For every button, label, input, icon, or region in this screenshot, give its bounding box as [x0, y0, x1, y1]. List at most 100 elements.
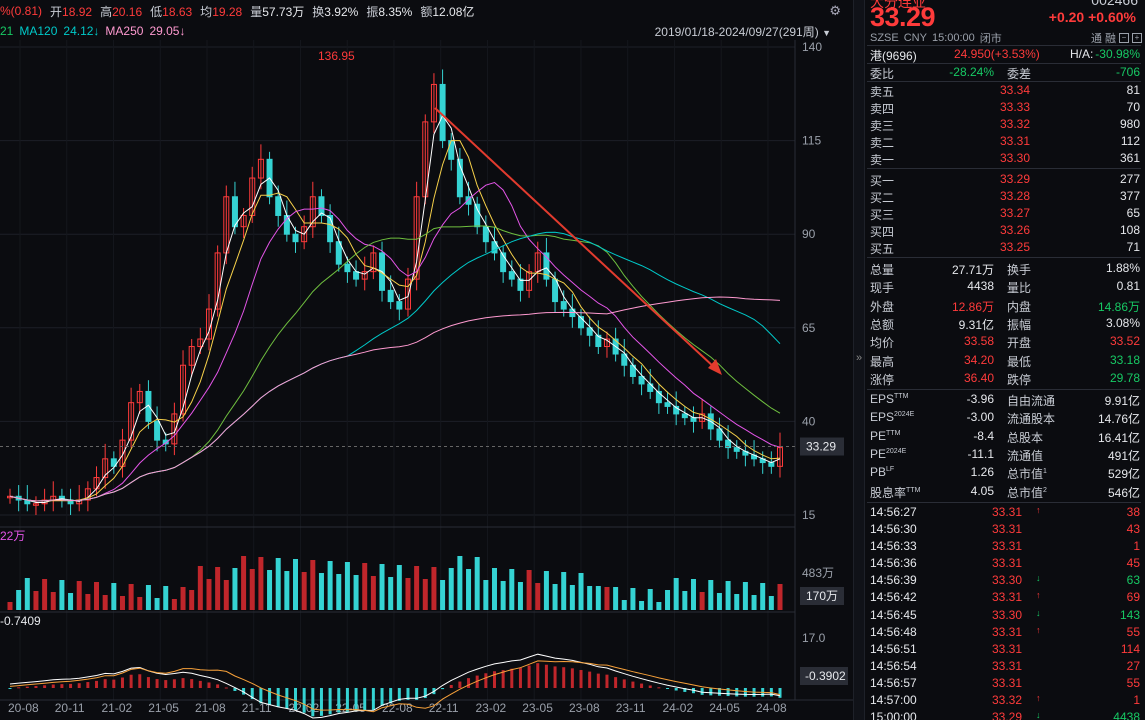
volume-bar [639, 601, 645, 610]
bid-row[interactable]: 买三 33.27 65 [870, 205, 1142, 222]
macd-bar [319, 688, 323, 716]
macd-bar [207, 682, 211, 688]
volume-bar [630, 588, 636, 610]
tick-row[interactable]: 14:56:45 33.30 ↓ 143 [870, 607, 1142, 624]
bid-label: 买三 [870, 208, 895, 222]
stat-value: 9.31亿 [958, 317, 994, 332]
stat-value: 1.88% [1105, 261, 1140, 275]
tick-row[interactable]: 14:56:39 33.30 ↓ 63 [870, 572, 1142, 589]
stat-value: 3.08% [1105, 315, 1140, 330]
macd-bar [181, 678, 185, 688]
settings-icon[interactable]: ⚙ [829, 3, 841, 19]
minus-box-icon[interactable]: − [1119, 32, 1129, 43]
stat-row: 总额 9.31亿 振幅 3.08% [870, 315, 1142, 332]
price-axis-label: 40 [802, 414, 816, 428]
macd-bar [34, 686, 38, 688]
tick-row[interactable]: 14:56:51 33.31 114 [870, 641, 1142, 658]
candle-body [733, 447, 740, 452]
ask-price: 33.32 [999, 117, 1030, 131]
volume-bar [336, 574, 342, 610]
fundamental-row: PE2024E -11.1 流通值 491亿 [870, 446, 1142, 463]
panel-collapse-handle[interactable]: » [853, 0, 865, 720]
fund-label-sup: TTM [894, 393, 909, 401]
price-header: 大分连业 002466 33.29 +0.20 +0.60% [870, 0, 1142, 32]
volume-axis-tag: 170万 [806, 589, 838, 603]
ask-volume: 112 [1120, 134, 1140, 148]
tick-row[interactable]: 14:56:57 33.31 55 [870, 675, 1142, 692]
price-axis-label: 140 [802, 40, 822, 54]
volume-bar [768, 596, 774, 610]
volume-bar [206, 579, 212, 610]
tick-price: 33.31 [992, 556, 1023, 571]
market-status: 闭市 [979, 32, 1002, 45]
volume-bar [258, 557, 264, 610]
fund-label-text: 自由流通 [1007, 394, 1056, 409]
stat-label: 换手 [1007, 263, 1032, 277]
tick-row[interactable]: 14:56:33 33.31 1 [870, 538, 1142, 555]
stat-row: 均价 33.58 开盘 33.52 [870, 333, 1142, 350]
tick-row[interactable]: 14:56:27 33.31 ↑ 38 [870, 504, 1142, 521]
bid-row[interactable]: 买四 33.26 108 [870, 222, 1142, 239]
fund-label-sup: LF [886, 466, 895, 474]
rong-badge[interactable]: 融 [1105, 30, 1116, 46]
tick-volume: 43 [1126, 522, 1140, 536]
x-axis-label: 23-05 [522, 701, 553, 715]
volume-bar [344, 562, 350, 610]
stat-row: 外盘 12.86万 内盘 14.86万 [870, 297, 1142, 314]
divider [867, 389, 1141, 391]
volume-bar [440, 580, 446, 610]
macd-bar [146, 677, 150, 688]
candle-body [292, 233, 299, 243]
hk-value: 24.950(+3.53%) [954, 47, 1040, 61]
tick-row[interactable]: 14:56:54 33.31 27 [870, 658, 1142, 675]
high-label: 高 [100, 4, 113, 19]
tick-time: 14:56:42 [870, 590, 917, 605]
peak-label: 136.95 [318, 49, 355, 63]
fundamental-row: PBLF 1.26 总市值1 529亿 [870, 464, 1142, 481]
macd-bar [536, 663, 540, 688]
candle-body [353, 271, 360, 280]
tick-row[interactable]: 14:56:36 33.31 45 [870, 555, 1142, 572]
stat-label: 涨停 [870, 372, 895, 387]
price-chart-svg[interactable]: 140 115 90 65 40 15 20-08 20-11 21-02 21-05 21-08 2… [0, 0, 853, 720]
volume-bar [293, 559, 299, 610]
tick-price: 33.30 [992, 607, 1023, 622]
bid-label: 买四 [870, 225, 895, 239]
candle-body [690, 417, 697, 422]
ask-row[interactable]: 卖五 33.34 81 [870, 82, 1142, 99]
high-value: 20.16 [112, 4, 143, 19]
tick-time: 14:56:54 [870, 658, 917, 673]
plus-box-icon[interactable]: + [1132, 32, 1142, 43]
volume-bar [197, 566, 203, 610]
bid-row[interactable]: 买五 33.25 71 [870, 239, 1142, 256]
macd-bar [596, 673, 600, 688]
tick-row[interactable]: 14:56:42 33.31 ↑ 69 [870, 589, 1142, 606]
volume-bar [760, 583, 766, 610]
chevron-down-icon: ▼ [822, 27, 831, 38]
tick-row[interactable]: 14:57:00 33.32 ↑ 1 [870, 692, 1142, 709]
macd-bar [311, 688, 315, 717]
tick-row[interactable]: 14:56:30 33.31 43 [870, 521, 1142, 538]
ask-row[interactable]: 卖二 33.31 112 [870, 133, 1142, 150]
candle-body [387, 289, 394, 303]
volume-bar [673, 578, 679, 610]
candle-body [681, 413, 688, 419]
tick-row[interactable]: 15:00:00 33.29 ↓ 4438 [870, 709, 1142, 720]
tick-time: 14:56:39 [870, 573, 917, 588]
bid-row[interactable]: 买一 33.29 277 [870, 171, 1142, 188]
hk-row[interactable]: 港(9696) 24.950(+3.53%) H/A: -30.98% [870, 46, 1142, 63]
tick-row[interactable]: 14:56:48 33.31 ↑ 55 [870, 624, 1142, 641]
amplitude-label: 振 [366, 4, 379, 19]
chart-area[interactable]: 140 115 90 65 40 15 20-08 20-11 21-02 21-05 21-08 2… [0, 0, 853, 720]
ask-row[interactable]: 卖四 33.33 70 [870, 99, 1142, 116]
ask-row[interactable]: 卖三 33.32 980 [870, 116, 1142, 133]
x-axis-label: 24-02 [662, 701, 693, 715]
ma20-line [9, 181, 781, 502]
stat-row: 最高 34.20 最低 33.18 [870, 352, 1142, 369]
bid-row[interactable]: 买二 33.28 377 [870, 188, 1142, 205]
x-axis-label: 21-08 [195, 701, 226, 715]
ask-row[interactable]: 卖一 33.30 361 [870, 150, 1142, 167]
divider [867, 168, 1141, 169]
date-range-selector[interactable]: 2019/01/18-2024/09/27(291周) ▼ [655, 23, 831, 40]
tong-badge[interactable]: 通 [1091, 30, 1102, 46]
